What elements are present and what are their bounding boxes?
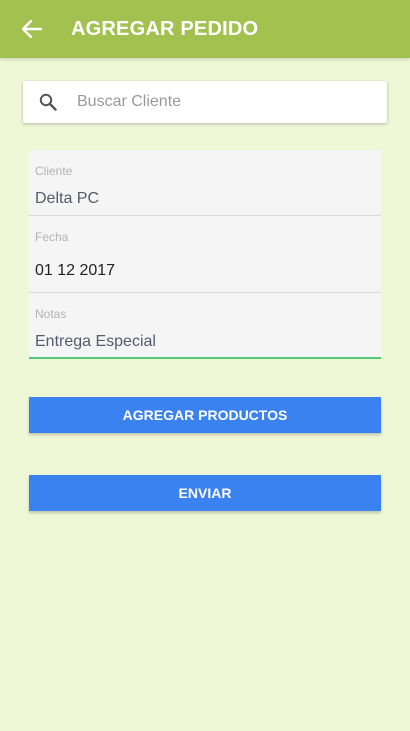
notas-field[interactable]: Notas Entrega Especial bbox=[29, 293, 381, 359]
search-bar[interactable] bbox=[23, 81, 387, 123]
cliente-label: Cliente bbox=[35, 164, 73, 178]
cliente-value[interactable]: Delta PC bbox=[35, 190, 99, 208]
notas-value[interactable]: Entrega Especial bbox=[35, 333, 156, 351]
fecha-value[interactable]: 01 12 2017 bbox=[35, 262, 115, 280]
cliente-field[interactable]: Cliente Delta PC bbox=[29, 150, 381, 216]
fecha-field[interactable]: Fecha 01 12 2017 bbox=[29, 216, 381, 293]
order-form: Cliente Delta PC Fecha 01 12 2017 Notas … bbox=[29, 150, 381, 359]
back-button[interactable] bbox=[18, 16, 46, 42]
app-bar: AGREGAR PEDIDO bbox=[0, 0, 410, 58]
search-icon bbox=[39, 93, 57, 111]
arrow-left-icon bbox=[22, 20, 42, 38]
page-title: AGREGAR PEDIDO bbox=[71, 18, 259, 40]
send-button[interactable]: ENVIAR bbox=[29, 475, 381, 511]
search-input[interactable] bbox=[77, 81, 377, 123]
notas-label: Notas bbox=[35, 307, 67, 321]
add-products-button[interactable]: AGREGAR PRODUCTOS bbox=[29, 397, 381, 433]
fecha-label: Fecha bbox=[35, 230, 69, 244]
